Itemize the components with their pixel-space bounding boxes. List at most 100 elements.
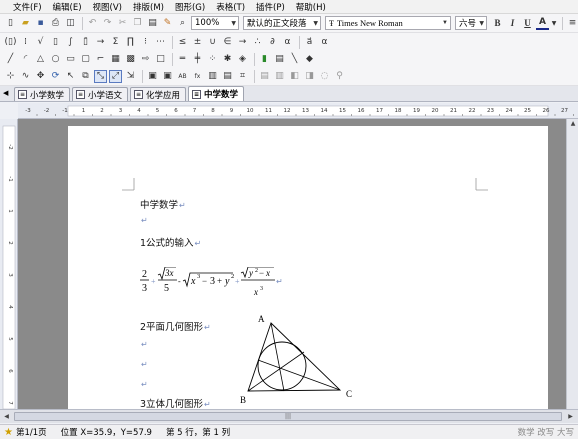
node-icon[interactable]: ⊹ [4,70,17,83]
alpha-icon[interactable]: α [281,36,294,49]
partial-icon[interactable]: ∂ [266,36,279,49]
undo-icon[interactable]: ↶ [86,17,99,30]
arrange-icon[interactable]: ▤ [273,53,286,66]
circle-icon[interactable]: ○ [49,53,62,66]
product-icon[interactable]: ∏ [124,36,137,49]
find-icon[interactable]: ⌕ [176,17,189,30]
distribute-icon[interactable]: ▥ [273,70,286,83]
arrow-icon[interactable]: → [236,36,249,49]
style-select[interactable]: 默认的正文段落 ▼ [243,16,321,30]
underline-button[interactable]: U [521,17,534,30]
tab-scroll-left-icon[interactable]: ◀ [3,89,8,97]
zoom-select[interactable]: 100% ▼ [191,16,239,30]
image-icon[interactable]: ▣ [146,70,159,83]
menu-table[interactable]: 表格(T) [213,1,248,13]
overbar-icon[interactable]: ▯̄ [79,36,92,49]
vertical-scrollbar[interactable]: ▲ [566,119,578,409]
menu-layout[interactable]: 排版(M) [130,1,167,13]
chart-icon[interactable]: ▥ [206,70,219,83]
scroll-right-icon[interactable]: ▶ [566,412,575,421]
tab-primary-chinese[interactable]: ≡ 小学语文 [72,87,129,101]
crop-icon[interactable]: ⌗ [236,70,249,83]
open-icon[interactable]: ▰ [19,17,32,30]
pointer-icon[interactable]: ◆ [303,53,316,66]
new-icon[interactable]: ▯ [4,17,17,30]
tab-chemistry[interactable]: ≡ 化学应用 [130,87,187,101]
format-painter-icon[interactable]: ✎ [161,17,174,30]
sparkle-icon[interactable]: ✱ [221,53,234,66]
italic-button[interactable]: I [506,17,519,30]
font-select[interactable]: Ŧ Times New Roman ▼ [325,16,451,30]
horizontal-scrollbar[interactable]: ◀ ||| ▶ [0,409,578,423]
group-icon[interactable]: ⧉ [79,70,92,83]
tab-primary-math[interactable]: ≡ 小学数学 [14,87,71,101]
image2-icon[interactable]: ▣ [161,70,174,83]
text-box-icon[interactable]: AB [176,70,189,83]
empty-paragraph[interactable]: ↵ [140,359,148,370]
bold-button[interactable]: B [491,17,504,30]
line-style-icon[interactable]: ═ [176,53,189,66]
frame-icon[interactable]: □ [154,53,167,66]
matrix-icon[interactable]: ⁝ [139,36,152,49]
tab-middle-math[interactable]: ≡ 中学数学 [188,86,245,101]
radical-icon[interactable]: √ [34,36,47,49]
menu-view[interactable]: 视图(V) [90,1,125,13]
pen-icon[interactable]: ╲ [288,53,301,66]
section-formula-heading[interactable]: 1公式的输入↵ [140,235,201,249]
shape-arrow-icon[interactable]: ⇨ [139,53,152,66]
chevron-down-icon[interactable]: ▼ [551,17,557,30]
flip-icon[interactable]: ⇲ [124,70,137,83]
redo-icon[interactable]: ↷ [101,17,114,30]
logic-icon[interactable]: ∴ [251,36,264,49]
send-back-icon[interactable]: ◨ [303,70,316,83]
parentheses-icon[interactable]: (▯) [4,36,17,49]
arc-icon[interactable]: ◜ [19,53,32,66]
dot-grid-icon[interactable]: ⁘ [206,53,219,66]
polyline-icon[interactable]: ⌐ [94,53,107,66]
integral-icon[interactable]: ∫ [64,36,77,49]
select-tool-icon[interactable]: ↖ [64,70,77,83]
fill-icon[interactable]: ◈ [236,53,249,66]
union-icon[interactable]: ∪ [206,36,219,49]
menu-help[interactable]: 帮助(H) [293,1,329,13]
cut-icon[interactable]: ✂ [116,17,129,30]
rectangle-icon[interactable]: ▭ [64,53,77,66]
summation-icon[interactable]: Σ [109,36,122,49]
size-select[interactable]: 六号 ▼ [455,16,487,30]
doc-heading[interactable]: 中学数学↵ [140,197,186,211]
lock-icon[interactable]: ◌ [318,70,331,83]
bring-front-icon[interactable]: ◧ [288,70,301,83]
rounded-rect-icon[interactable]: ▢ [79,53,92,66]
menu-file[interactable]: 文件(F) [10,1,45,13]
arrow-label-icon[interactable]: → [94,36,107,49]
horizontal-ruler[interactable]: -3 -2 -1 1 2 3 4 5 6 7 8 9 10 11 12 13 14 15 16 17 18 19 20 21 2… [18,103,578,119]
section-geometry-heading[interactable]: 2平面几何图形↵ [140,319,211,333]
element-icon[interactable]: ∈ [221,36,234,49]
move-icon[interactable]: ✥ [34,70,47,83]
formula-box-icon[interactable]: fx [191,70,204,83]
scroll-left-icon[interactable]: ◀ [2,412,11,421]
table-icon[interactable]: ▦ [109,53,122,66]
scroll-thumb[interactable]: ||| [14,412,562,421]
copy-icon[interactable]: ❐ [131,17,144,30]
empty-paragraph[interactable]: ↵ [140,379,148,390]
empty-paragraph[interactable]: ↵ [140,339,148,350]
line-icon[interactable]: ╱ [4,53,17,66]
section-solid-geometry-heading[interactable]: 3立体几何图形↵ [140,396,211,409]
scroll-up-icon[interactable]: ▲ [568,119,578,129]
bezier-icon[interactable]: ∿ [19,70,32,83]
grid-icon[interactable]: ▩ [124,53,137,66]
menu-graphics[interactable]: 图形(G) [172,1,208,13]
paste-icon[interactable]: ▤ [146,17,159,30]
align-left-icon[interactable]: ≡ [566,17,578,30]
align-objects-icon[interactable]: ▤ [258,70,271,83]
save-icon[interactable]: ▪ [34,17,47,30]
math-formula[interactable]: 2 3 + 3x 5 - x 3 − 3 + y 2 + y 2 − x x 3… [140,267,290,311]
empty-paragraph[interactable]: ↵ [140,215,148,226]
document-page[interactable]: 中学数学↵ ↵ 1公式的输入↵ 2 3 + 3x 5 - x 3 − 3 + y [68,126,548,409]
menu-edit[interactable]: 编辑(E) [50,1,85,13]
vector-icon[interactable]: a⃗ [303,36,316,49]
menu-plugins[interactable]: 插件(P) [253,1,288,13]
triangle-figure[interactable]: A B C [236,314,356,409]
wrap-icon[interactable]: ▮ [258,53,271,66]
